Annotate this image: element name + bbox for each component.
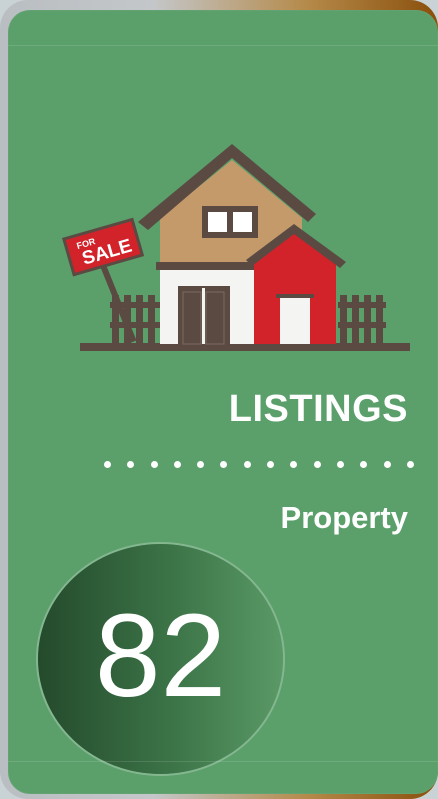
card-title: LISTINGS: [228, 388, 408, 430]
listing-count: 82: [94, 590, 227, 722]
listings-card[interactable]: FOR SALE LISTINGS Property 82: [8, 10, 438, 794]
count-badge: 82: [38, 544, 283, 774]
top-divider: [8, 45, 438, 46]
card-frame: FOR SALE LISTINGS Property 82: [0, 0, 438, 799]
card-subtitle: Property: [280, 500, 408, 535]
house-for-sale-icon: FOR SALE: [62, 144, 410, 351]
bottom-divider: [8, 761, 438, 762]
dotted-divider: [104, 457, 414, 471]
